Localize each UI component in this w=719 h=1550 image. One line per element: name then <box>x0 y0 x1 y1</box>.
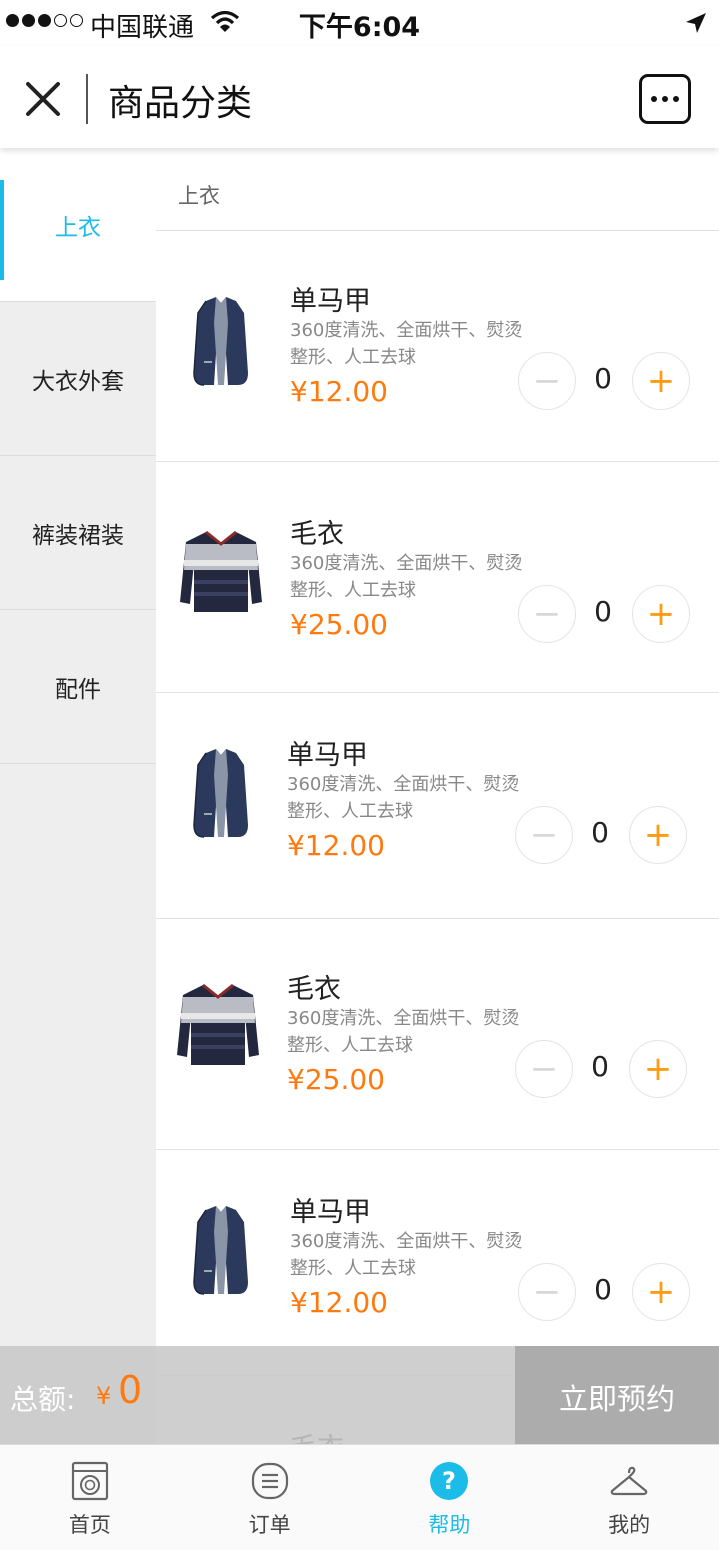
decrease-quantity-button[interactable]: − <box>518 1263 576 1321</box>
washing-machine-icon <box>71 1461 108 1501</box>
quantity-value: 0 <box>594 1273 612 1306</box>
sidebar-item-label: 大衣外套 <box>32 368 124 395</box>
product-item: 单马甲 360度清洗、全面烘干、熨烫整形、人工去球 ¥12.00 − 0 + <box>156 693 719 919</box>
sidebar-item-bottoms[interactable]: 裤装裙装 <box>0 456 156 610</box>
sidebar-item-coats[interactable]: 大衣外套 <box>0 302 156 456</box>
book-now-button[interactable]: 立即预约 <box>515 1346 719 1444</box>
more-icon[interactable] <box>639 74 691 124</box>
increase-quantity-button[interactable]: + <box>632 1263 690 1321</box>
sidebar-item-label: 配件 <box>55 676 101 703</box>
nav-divider <box>86 74 88 124</box>
total-label: 总额: <box>10 1383 76 1416</box>
decrease-quantity-button[interactable]: − <box>518 585 576 643</box>
product-item: 单马甲 360度清洗、全面烘干、熨烫整形、人工去球 ¥12.00 − 0 + <box>156 231 719 462</box>
page-title: 商品分类 <box>108 83 253 124</box>
vest-image <box>176 293 266 393</box>
vest-image <box>176 745 266 845</box>
tab-orders[interactable]: 订单 <box>180 1445 360 1550</box>
svg-text:?: ? <box>442 1467 456 1495</box>
quantity-value: 0 <box>594 362 612 395</box>
sweater-image <box>173 975 263 1075</box>
increase-quantity-button[interactable]: + <box>629 1040 687 1098</box>
order-list-icon <box>251 1462 288 1500</box>
section-title: 上衣 <box>178 184 220 208</box>
decrease-quantity-button[interactable]: − <box>518 352 576 410</box>
nav-bar: 商品分类 <box>0 46 719 148</box>
product-item: 单马甲 360度清洗、全面烘干、熨烫整形、人工去球 ¥12.00 − 0 + <box>156 1150 719 1376</box>
product-name: 单马甲 <box>290 286 371 317</box>
sidebar-item-label: 上衣 <box>55 214 101 241</box>
sidebar-item-accessories[interactable]: 配件 <box>0 610 156 764</box>
quantity-value: 0 <box>594 595 612 628</box>
clock: 下午6:04 <box>298 12 421 43</box>
total-amount: 0 <box>118 1368 143 1412</box>
product-item: 毛衣 360度清洗、全面烘干、熨烫整形、人工去球 ¥25.00 − 0 + <box>156 462 719 693</box>
sidebar-item-label: 裤装裙装 <box>32 522 124 549</box>
quantity-value: 0 <box>591 816 609 849</box>
tab-label: 我的 <box>608 1513 651 1537</box>
product-item: 毛衣 360度清洗、全面烘干、熨烫整形、人工去球 ¥25.00 − 0 + <box>156 919 719 1150</box>
category-sidebar: 上衣 大衣外套 裤装裙装 配件 <box>0 148 156 1444</box>
total-panel: 总额: ¥ 0 <box>0 1346 515 1444</box>
product-price: ¥12.00 <box>290 375 388 408</box>
tab-profile[interactable]: 我的 <box>539 1445 719 1550</box>
status-bar: 中国联通 下午6:04 <box>0 0 719 46</box>
decrease-quantity-button[interactable]: − <box>515 1040 573 1098</box>
product-price: ¥25.00 <box>290 608 388 641</box>
order-summary-bar: 总额: ¥ 0 立即预约 <box>0 1346 719 1444</box>
product-name: 毛衣 <box>290 519 344 550</box>
total-currency: ¥ <box>96 1382 112 1410</box>
quantity-value: 0 <box>591 1050 609 1083</box>
tab-help[interactable]: ? 帮助 <box>360 1445 540 1550</box>
location-arrow-icon <box>686 13 706 33</box>
product-description: 360度清洗、全面烘干、熨烫整形、人工去球 <box>287 1008 520 1056</box>
close-icon[interactable] <box>24 80 62 118</box>
product-description: 360度清洗、全面烘干、熨烫整形、人工去球 <box>287 774 520 822</box>
tab-label: 订单 <box>248 1513 291 1537</box>
increase-quantity-button[interactable]: + <box>629 806 687 864</box>
decrease-quantity-button[interactable]: − <box>515 806 573 864</box>
section-header: 上衣 <box>156 148 719 231</box>
product-price: ¥25.00 <box>287 1063 385 1096</box>
product-description: 360度清洗、全面烘干、熨烫整形、人工去球 <box>290 553 523 601</box>
help-icon: ? <box>430 1462 469 1500</box>
hanger-icon <box>610 1466 648 1496</box>
tab-label: 首页 <box>68 1513 111 1537</box>
product-price: ¥12.00 <box>290 1286 388 1319</box>
tab-bar: 首页 订单 ? 帮助 我的 <box>0 1444 719 1550</box>
product-list: 上衣 单马甲 360度清洗、全面烘干、熨烫整形、人工去球 ¥12.00 − 0 … <box>156 148 719 1444</box>
tab-label: 帮助 <box>428 1513 471 1537</box>
increase-quantity-button[interactable]: + <box>632 352 690 410</box>
sidebar-item-tops[interactable]: 上衣 <box>0 148 156 302</box>
tab-home[interactable]: 首页 <box>0 1445 180 1550</box>
product-description: 360度清洗、全面烘干、熨烫整形、人工去球 <box>290 1231 523 1279</box>
product-price: ¥12.00 <box>287 829 385 862</box>
product-name: 单马甲 <box>290 1197 371 1228</box>
product-name: 单马甲 <box>287 740 368 771</box>
vest-image <box>176 1202 266 1302</box>
product-description: 360度清洗、全面烘干、熨烫整形、人工去球 <box>290 320 523 368</box>
increase-quantity-button[interactable]: + <box>632 585 690 643</box>
product-name: 毛衣 <box>287 974 341 1005</box>
sweater-image <box>176 522 266 622</box>
